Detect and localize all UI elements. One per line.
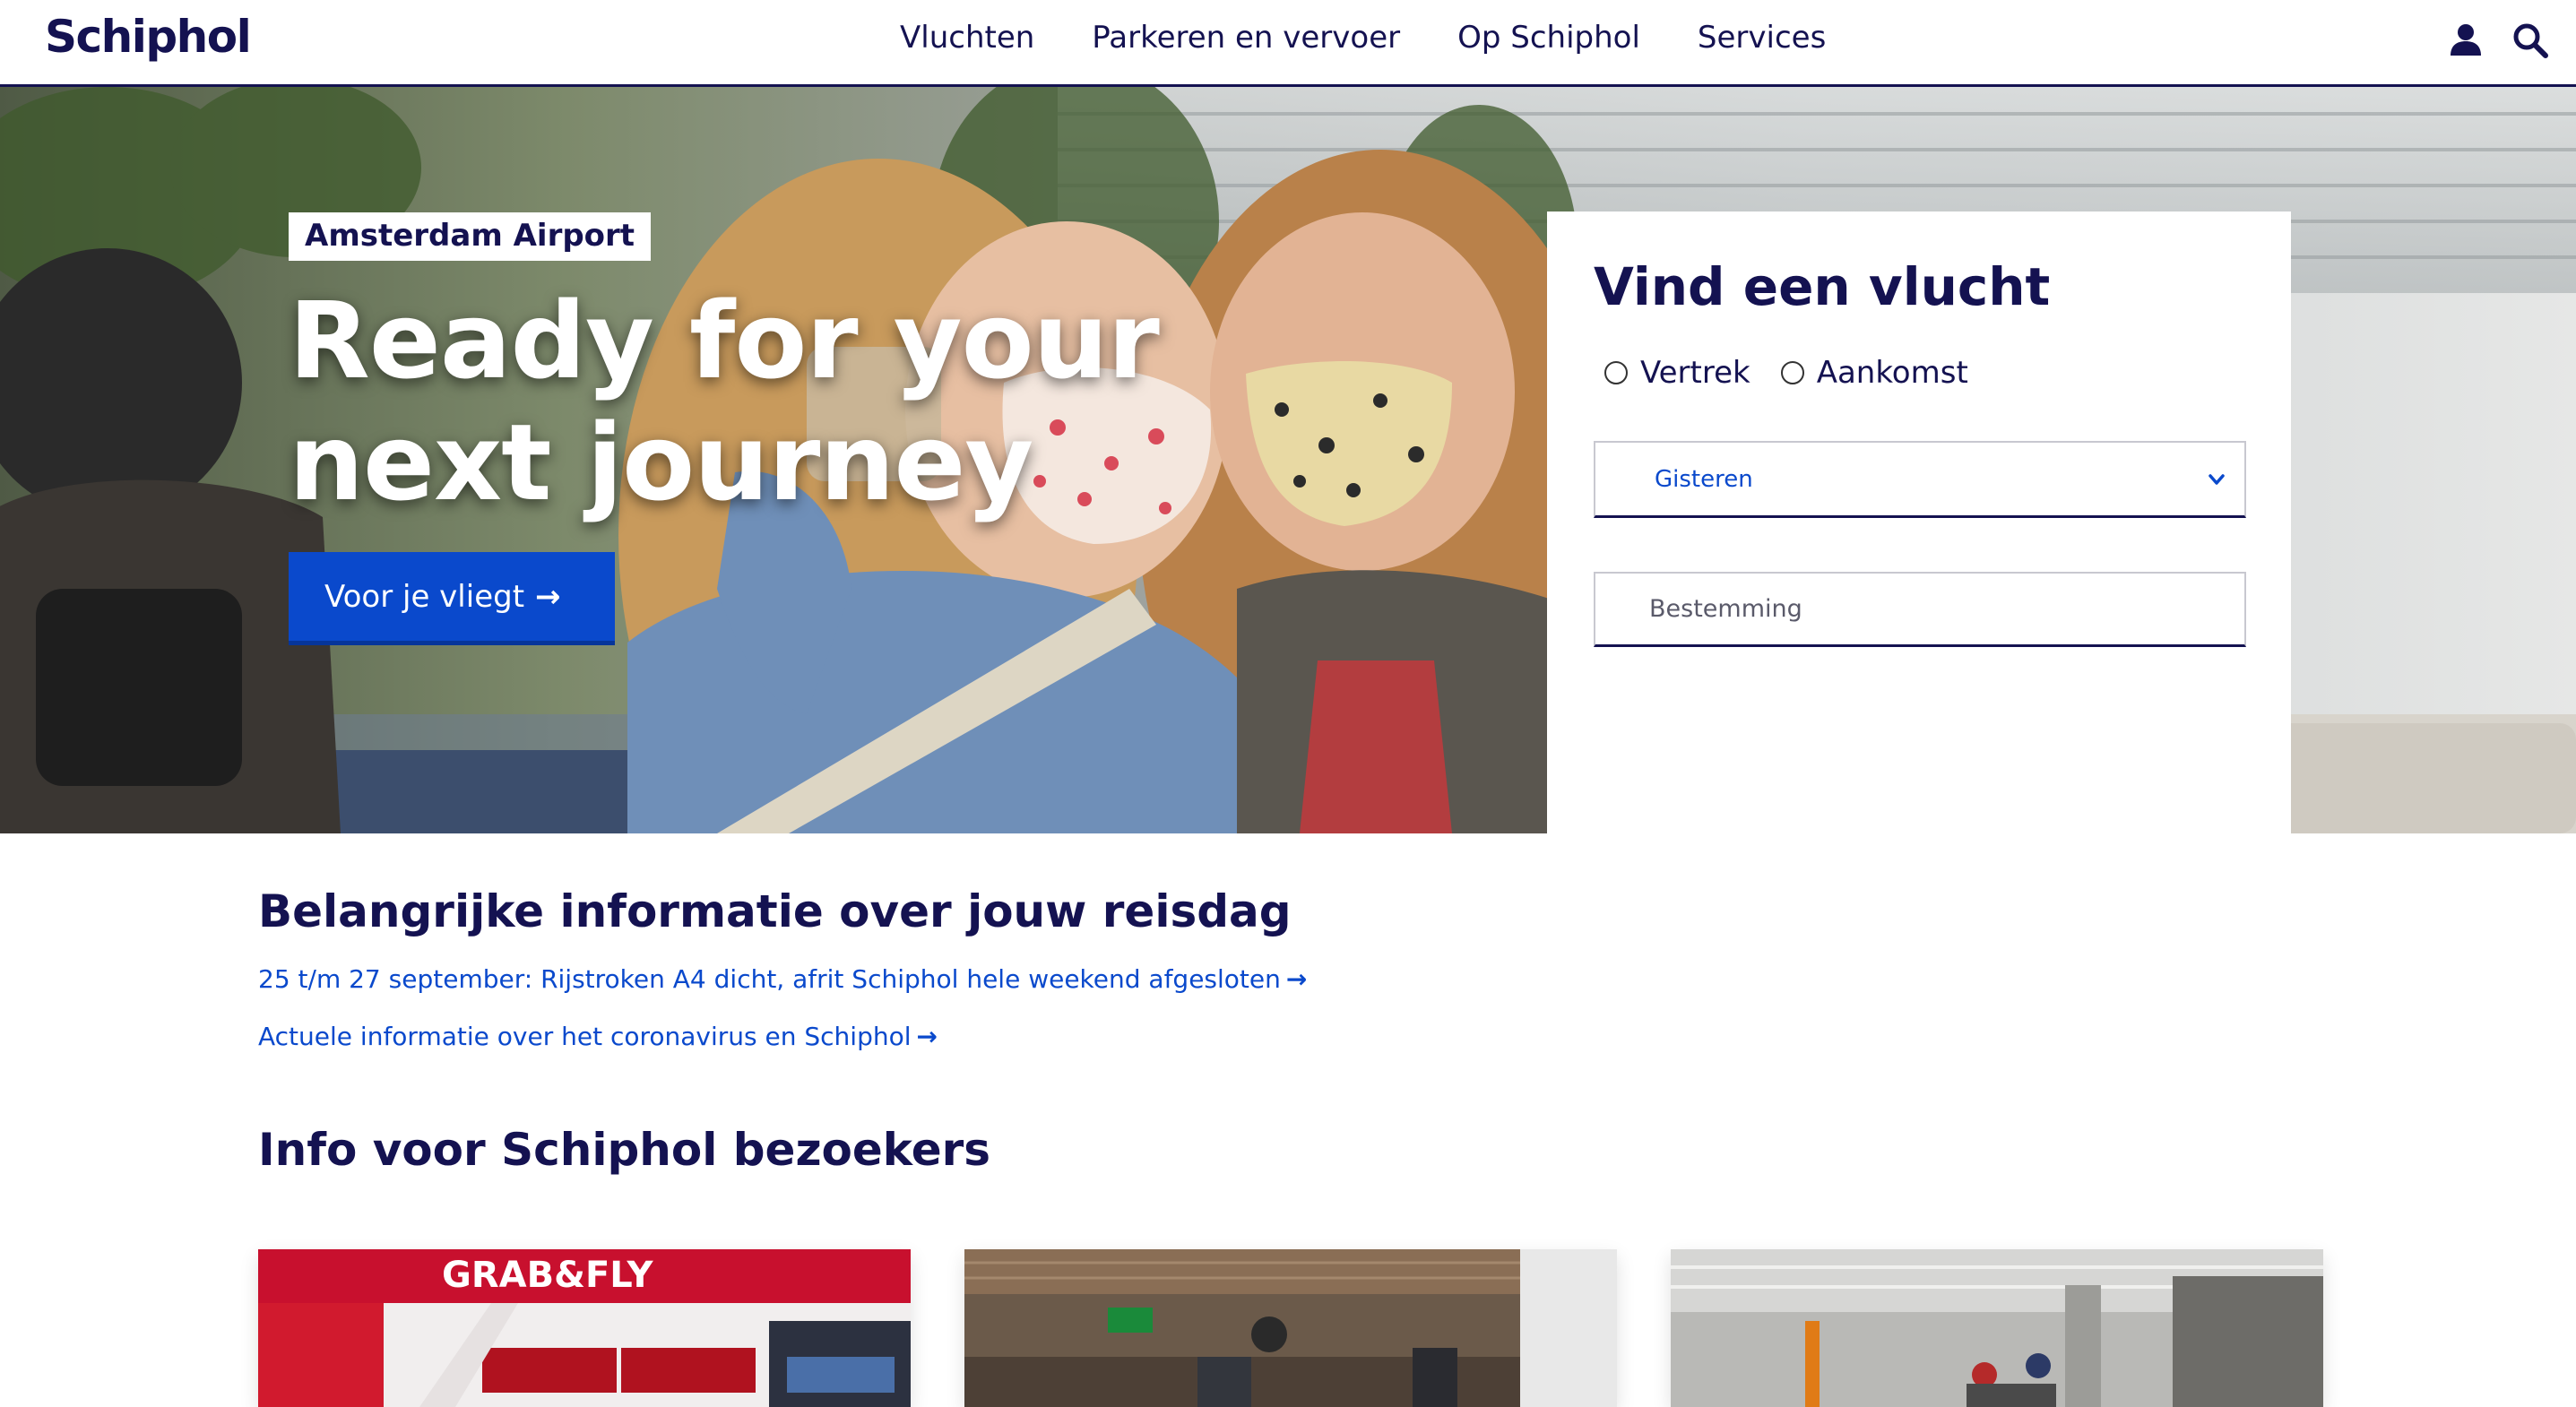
visitor-card-departure-hall[interactable] [964,1249,1617,1407]
card-image [964,1249,1617,1407]
card-image: GRAB&FLY [258,1249,911,1407]
info-link-coronavirus[interactable]: Actuele informatie over het coronavirus … [258,1022,938,1051]
hero-banner: Amsterdam Airport Ready for your next jo… [0,87,2576,833]
visitor-card-grab-and-fly[interactable]: GRAB&FLY [258,1249,911,1407]
main-nav: Vluchten Parkeren en vervoer Op Schiphol… [900,20,1883,56]
nav-vluchten[interactable]: Vluchten [900,20,1034,56]
grab-and-fly-sign: GRAB&FLY [442,1255,654,1296]
arrow-right-icon: → [916,1022,938,1051]
radio-circle[interactable] [1604,361,1628,384]
date-select[interactable]: Gisteren [1594,441,2246,518]
visitor-card-terminal-walkway[interactable] [1671,1249,2323,1407]
card-image [1671,1249,2323,1407]
arrow-right-icon: → [535,578,561,615]
flight-direction-radios: Vertrek Aankomst [1594,355,2244,391]
arrow-right-icon: → [1285,964,1308,994]
info-link-a4-roadworks[interactable]: 25 t/m 27 september: Rijstroken A4 dicht… [258,964,1307,994]
radio-aankomst-label: Aankomst [1816,355,1968,391]
destination-input[interactable]: Bestemming [1594,572,2246,647]
nav-op-schiphol[interactable]: Op Schiphol [1457,20,1640,56]
user-icon[interactable] [2447,22,2485,59]
radio-circle[interactable] [1780,361,1804,384]
radio-aankomst[interactable]: Aankomst [1770,355,1968,391]
site-header: Schiphol Vluchten Parkeren en vervoer Op… [0,0,2576,87]
hero-title: Ready for your next journey [289,279,1160,524]
radio-vertrek-label: Vertrek [1640,355,1750,391]
hero-tag: Amsterdam Airport [289,212,652,261]
destination-placeholder: Bestemming [1649,595,1802,623]
nav-parkeren-en-vervoer[interactable]: Parkeren en vervoer [1092,20,1400,56]
info-link-text: Actuele informatie over het coronavirus … [258,1022,912,1051]
flight-search-panel: Vind een vlucht Vertrek Aankomst Gistere… [1547,211,2291,833]
hero-button-label: Voor je vliegt [324,578,525,615]
search-icon[interactable] [2511,22,2549,59]
chevron-down-icon [2209,474,2225,485]
date-select-value: Gisteren [1655,465,1753,493]
nav-services[interactable]: Services [1698,20,1826,56]
schiphol-logo[interactable]: Schiphol [45,11,252,63]
info-section-title: Belangrijke informatie over jouw reisdag [258,885,1292,937]
voor-je-vliegt-button[interactable]: Voor je vliegt → [289,552,615,645]
flight-search-title: Vind een vlucht [1594,256,2051,317]
visitors-section-title: Info voor Schiphol bezoekers [258,1124,991,1176]
radio-vertrek[interactable]: Vertrek [1594,355,1750,391]
info-link-text: 25 t/m 27 september: Rijstroken A4 dicht… [258,964,1281,994]
